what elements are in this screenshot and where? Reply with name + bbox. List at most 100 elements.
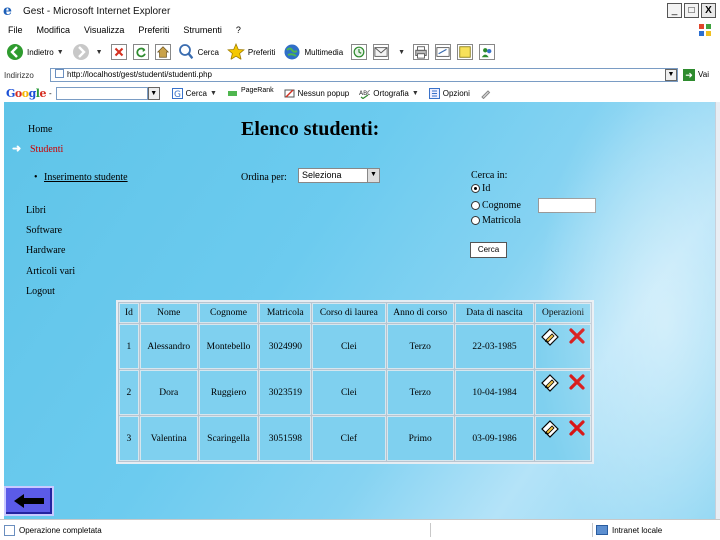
globe-icon	[284, 44, 300, 60]
column-header: Anno di corso	[386, 303, 454, 323]
operations	[536, 417, 590, 460]
google-search-input[interactable]	[55, 86, 148, 100]
nav-hardware[interactable]: Hardware	[26, 245, 65, 256]
google-logo-letter: e	[39, 86, 46, 100]
google-logo-letter: g	[28, 86, 37, 100]
popup-blocker-button[interactable]: Nessun popup	[284, 88, 349, 99]
nav-home[interactable]: Home	[28, 124, 52, 135]
nav-inserimento-studente[interactable]: Inserimento studente	[34, 172, 128, 183]
windows-flag-icon	[699, 24, 711, 36]
stop-icon[interactable]	[110, 44, 127, 60]
radio-button[interactable]	[471, 184, 480, 193]
cell-id: 1	[119, 324, 139, 369]
status-divider	[592, 523, 593, 537]
nav-logout[interactable]: Logout	[26, 286, 55, 297]
column-header: Id	[119, 303, 139, 323]
menu-strumenti[interactable]: Strumenti	[183, 25, 222, 35]
chevron-down-icon: ▼	[95, 48, 103, 56]
edit-icon[interactable]	[541, 420, 559, 438]
delete-icon[interactable]	[569, 420, 585, 436]
vertical-scrollbar[interactable]	[715, 102, 720, 519]
radio-search-cognome[interactable]: Cognome	[471, 200, 521, 211]
radio-button[interactable]	[471, 216, 480, 225]
address-label: Indirizzo	[4, 70, 34, 80]
radio-search-id[interactable]: Id	[471, 183, 490, 194]
operations	[536, 371, 590, 414]
page-icon	[4, 524, 15, 536]
chevron-down-icon[interactable]: -	[49, 89, 52, 98]
address-dropdown[interactable]: ▼	[665, 69, 677, 81]
chevron-down-icon: ▼	[210, 89, 217, 97]
nav-libri[interactable]: Libri	[26, 205, 46, 216]
address-input[interactable]: http://localhost/gest/studenti/studenti.…	[50, 68, 678, 82]
order-by-value: Seleziona	[302, 170, 342, 180]
status-bar: Operazione completata Intranet locale	[0, 519, 720, 540]
nav-software[interactable]: Software	[26, 225, 62, 236]
search-button[interactable]: Cerca	[177, 43, 219, 61]
search-submit-button[interactable]: Cerca	[470, 242, 507, 258]
menu-help[interactable]: ?	[236, 25, 241, 35]
print-icon[interactable]	[413, 44, 430, 60]
options-button[interactable]: Opzioni	[428, 87, 470, 99]
cell-data-nascita: 10-04-1984	[454, 370, 535, 415]
column-header: Cognome	[198, 303, 259, 323]
status-divider	[430, 523, 431, 537]
home-icon[interactable]	[154, 44, 171, 60]
cell-anno: Primo	[386, 416, 454, 461]
refresh-icon[interactable]	[132, 44, 149, 60]
mail-button[interactable]: ▼	[373, 44, 405, 60]
back-nav-button[interactable]	[4, 486, 54, 516]
edit-icon[interactable]	[541, 374, 559, 392]
favorites-button[interactable]: Preferiti	[226, 43, 275, 61]
cell-nome: Dora	[139, 370, 198, 415]
menu-visualizza[interactable]: Visualizza	[84, 25, 124, 35]
discuss-icon[interactable]	[457, 44, 474, 60]
zone-indicator: Intranet locale	[596, 525, 662, 535]
forward-button[interactable]: ▼	[72, 43, 103, 61]
menu-file[interactable]: File	[8, 25, 23, 35]
menu-bar: File Modifica Visualizza Preferiti Strum…	[0, 22, 720, 38]
title-bar: e Gest - Microsoft Internet Explorer _ □…	[0, 0, 720, 22]
order-by-select[interactable]: Seleziona ▼	[298, 168, 380, 183]
cell-corso: Clef	[312, 416, 386, 461]
standard-toolbar: Indietro ▼ ▼ Cerca Preferiti Multimedia …	[0, 38, 720, 66]
cell-anno: Terzo	[386, 324, 454, 369]
go-arrow-icon[interactable]: ➜	[683, 69, 695, 81]
menu-modifica[interactable]: Modifica	[37, 25, 71, 35]
star-icon	[226, 43, 245, 61]
google-search-button[interactable]: G Cerca ▼	[171, 87, 217, 99]
history-icon[interactable]	[351, 44, 368, 60]
menu-preferiti[interactable]: Preferiti	[138, 25, 169, 35]
back-button[interactable]: Indietro ▼	[6, 43, 64, 61]
pencil-icon[interactable]	[480, 88, 491, 99]
edit-page-icon[interactable]	[435, 44, 452, 60]
column-header: Data di nascita	[454, 303, 535, 323]
radio-button[interactable]	[471, 201, 480, 210]
back-arrow-icon	[7, 44, 23, 60]
delete-icon[interactable]	[569, 374, 585, 390]
spellcheck-button[interactable]: ABC Ortografia ▼	[359, 88, 419, 99]
close-button[interactable]: X	[701, 3, 716, 18]
chevron-down-icon: ▼	[398, 48, 406, 56]
google-logo[interactable]: Google	[6, 87, 46, 100]
cell-matricola: 3023519	[259, 370, 312, 415]
column-header: Matricola	[259, 303, 312, 323]
google-search-icon: G	[171, 87, 183, 99]
nav-articoli-vari[interactable]: Articoli vari	[26, 266, 75, 277]
multimedia-button[interactable]: Multimedia	[283, 43, 343, 61]
search-text-input[interactable]	[538, 198, 596, 213]
messenger-icon[interactable]	[479, 44, 496, 60]
radio-search-matricola[interactable]: Matricola	[471, 215, 521, 226]
nav-studenti[interactable]: Studenti	[30, 144, 63, 155]
edit-icon[interactable]	[541, 328, 559, 346]
google-search-dropdown[interactable]: ▼	[147, 86, 160, 100]
page-content: Home ➜ Studenti Inserimento studente Lib…	[4, 102, 715, 519]
pagerank-button[interactable]: PageRank	[227, 87, 274, 99]
cell-data-nascita: 22-03-1985	[454, 324, 535, 369]
delete-icon[interactable]	[569, 328, 585, 344]
go-button[interactable]: Vai	[698, 70, 709, 79]
cell-id: 2	[119, 370, 139, 415]
search-in-label: Cerca in:	[471, 170, 508, 181]
minimize-button[interactable]: _	[667, 3, 682, 18]
maximize-button[interactable]: □	[684, 3, 699, 18]
